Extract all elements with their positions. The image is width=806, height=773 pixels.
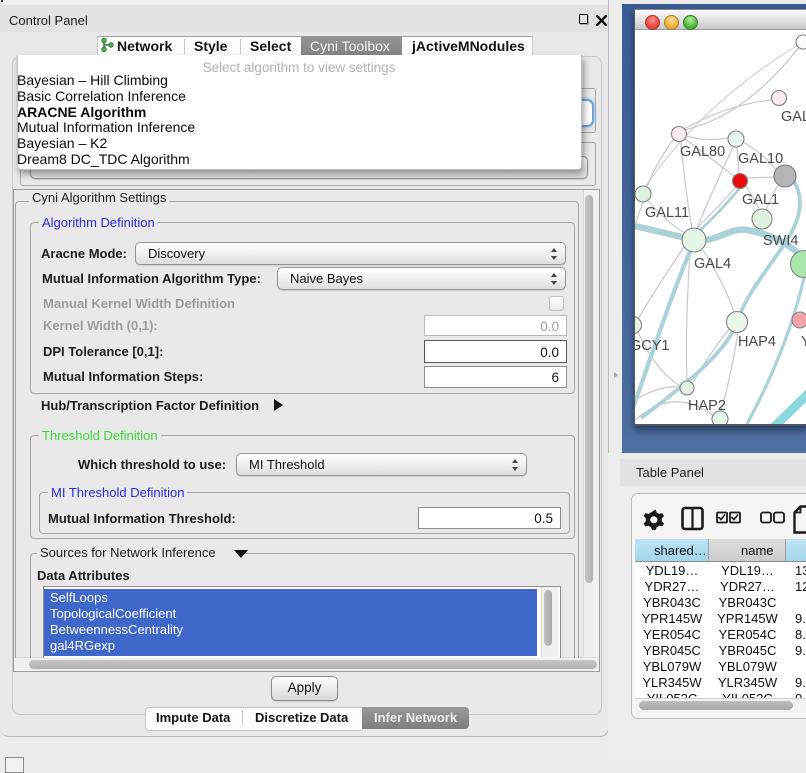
svg-text:GAL4: GAL4 bbox=[694, 256, 731, 272]
svg-text:HAP2: HAP2 bbox=[688, 398, 726, 414]
svg-text:GAL80: GAL80 bbox=[680, 144, 725, 160]
svg-text:GCY1: GCY1 bbox=[635, 338, 670, 354]
svg-text:SWI4: SWI4 bbox=[763, 233, 798, 249]
svg-text:GAL7: GAL7 bbox=[781, 109, 806, 125]
svg-text:GAL10: GAL10 bbox=[738, 151, 783, 167]
svg-text:GAL1: GAL1 bbox=[742, 192, 779, 208]
svg-text:HAP4: HAP4 bbox=[738, 334, 776, 350]
svg-text:GAL11: GAL11 bbox=[645, 205, 689, 221]
svg-text:Y: Y bbox=[801, 334, 806, 350]
